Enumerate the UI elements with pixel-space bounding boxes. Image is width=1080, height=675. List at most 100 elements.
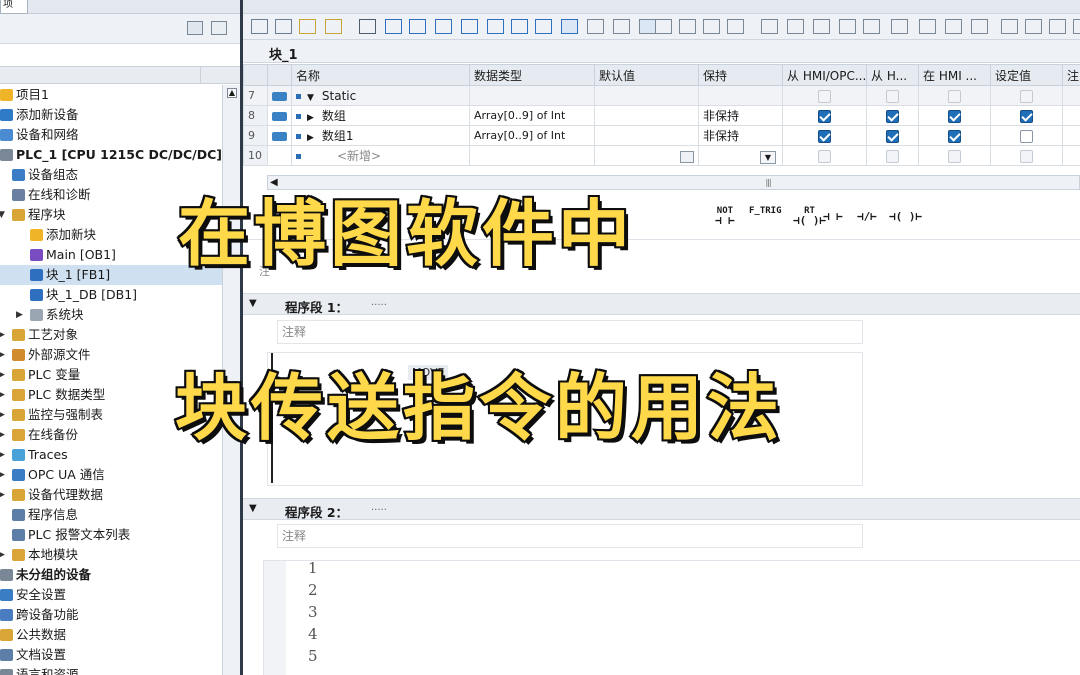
row-datatype[interactable] <box>469 145 595 166</box>
datatype-picker-icon[interactable] <box>680 151 694 163</box>
col-header-hmi-write[interactable]: 从 H... <box>866 64 919 86</box>
expand-down-icon[interactable]: ▼ <box>307 93 314 103</box>
col-header-hmi-access[interactable]: 从 HMI/OPC... <box>782 64 867 86</box>
toolbar-tool-icon[interactable] <box>613 19 630 34</box>
expand-right-icon[interactable]: ▶ <box>307 113 314 123</box>
tree-item[interactable]: 设备和网络 <box>0 125 222 145</box>
toolbar-tool-icon[interactable] <box>299 19 316 34</box>
checkbox[interactable] <box>948 89 961 103</box>
toolbar-tool-icon[interactable] <box>325 19 342 34</box>
toolbar-tool-icon[interactable] <box>587 19 604 34</box>
toolbar-tool-icon[interactable] <box>703 19 720 34</box>
col-header-hmi-visible[interactable]: 在 HMI ... <box>918 64 991 86</box>
tree-view-icon[interactable] <box>187 21 203 35</box>
network-1-header[interactable]: ▼ 程序段 1： ..... <box>243 293 1080 315</box>
collapsed-arrow-icon[interactable]: ▶ <box>0 385 5 405</box>
tree-item[interactable]: 公共数据 <box>0 625 222 645</box>
collapsed-arrow-icon[interactable]: ▶ <box>0 405 5 425</box>
tree-item[interactable]: 文档设置 <box>0 645 222 665</box>
row-name[interactable]: <新增> <box>291 145 470 166</box>
toolbar-tool-icon[interactable] <box>813 19 830 34</box>
row-datatype[interactable]: Array[0..9] of Int <box>469 105 595 126</box>
row-retain[interactable] <box>698 85 783 106</box>
toolbar-tool-icon[interactable] <box>839 19 856 34</box>
tree-item[interactable]: PLC_1 [CPU 1215C DC/DC/DC] <box>0 145 222 165</box>
row-comment[interactable] <box>1062 85 1080 106</box>
scroll-left-icon[interactable]: ◀ <box>270 177 278 188</box>
row-hmi2[interactable] <box>866 125 919 146</box>
collapse-icon[interactable]: ▼ <box>249 298 257 309</box>
toolbar-tool-icon[interactable] <box>761 19 778 34</box>
toolbar-tool-icon[interactable] <box>1001 19 1018 34</box>
palette-instruction[interactable]: ⊣( )⊢ <box>889 211 922 222</box>
toolbar-tool-icon[interactable] <box>727 19 744 34</box>
row-name[interactable]: ▼ Static <box>291 85 470 106</box>
row-setpoint[interactable] <box>990 145 1063 166</box>
checkbox[interactable] <box>1020 149 1033 163</box>
checkbox[interactable] <box>818 109 831 123</box>
toolbar-tool-icon[interactable] <box>1025 19 1042 34</box>
checkbox[interactable] <box>886 109 899 123</box>
row-retain[interactable]: 非保持 <box>698 125 783 146</box>
collapsed-arrow-icon[interactable]: ▶ <box>0 365 5 385</box>
toolbar-tool-icon[interactable] <box>863 19 880 34</box>
toolbar-tool-icon[interactable] <box>385 19 402 34</box>
toolbar-tool-icon[interactable] <box>359 19 376 34</box>
row-datatype[interactable] <box>469 85 595 106</box>
row-hmi3[interactable] <box>918 145 991 166</box>
toolbar-tool-icon[interactable] <box>275 19 292 34</box>
scroll-up-icon[interactable]: ▲ <box>227 88 237 98</box>
row-hmi1[interactable] <box>782 85 867 106</box>
row-default[interactable] <box>594 145 699 166</box>
collapse-icon[interactable]: ▼ <box>249 503 257 514</box>
row-comment[interactable] <box>1062 105 1080 126</box>
collapsed-arrow-icon[interactable]: ▶ <box>0 425 5 445</box>
toolbar-tool-icon[interactable] <box>787 19 804 34</box>
row-default[interactable] <box>594 85 699 106</box>
collapsed-arrow-icon[interactable]: ▶ <box>0 325 5 345</box>
collapsed-arrow-icon[interactable]: ▶ <box>0 485 5 505</box>
expand-right-icon[interactable]: ▶ <box>307 133 314 143</box>
checkbox[interactable] <box>818 149 831 163</box>
interface-row[interactable]: 9 ▶ 数组1 Array[0..9] of Int 非保持 <box>243 125 1080 146</box>
checkbox[interactable] <box>886 129 899 143</box>
row-name[interactable]: ▶ 数组1 <box>291 125 470 146</box>
col-header-retain[interactable]: 保持 <box>698 64 783 86</box>
col-header-setpoint[interactable]: 设定值 <box>990 64 1063 86</box>
tree-item[interactable]: 语言和资源 <box>0 665 222 675</box>
tree-item[interactable]: ▶ OPC UA 通信 <box>0 465 222 485</box>
collapsed-arrow-icon[interactable]: ▶ <box>0 345 5 365</box>
checkbox[interactable] <box>818 89 831 103</box>
toolbar-tool-icon[interactable] <box>639 19 656 34</box>
tree-item[interactable]: ▶ 设备代理数据 <box>0 485 222 505</box>
row-hmi2[interactable] <box>866 105 919 126</box>
project-tab[interactable]: 项 <box>0 0 28 14</box>
tree-item[interactable]: 未分组的设备 <box>0 565 222 585</box>
palette-instruction[interactable]: ⊣/⊢ <box>857 211 877 222</box>
collapsed-arrow-icon[interactable]: ▶ <box>0 465 5 485</box>
tree-item[interactable]: 跨设备功能 <box>0 605 222 625</box>
checkbox[interactable] <box>886 149 899 163</box>
checkbox[interactable] <box>1020 89 1033 103</box>
toolbar-tool-icon[interactable] <box>971 19 988 34</box>
network-1-comment[interactable]: 注释 <box>277 320 863 344</box>
toolbar-tool-icon[interactable] <box>1073 19 1080 34</box>
tree-item[interactable]: 程序信息 <box>0 505 222 525</box>
toolbar-tool-icon[interactable] <box>1049 19 1066 34</box>
collapsed-arrow-icon[interactable]: ▶ <box>0 545 5 565</box>
network-2-comment[interactable]: 注释 <box>277 524 863 548</box>
col-header-datatype[interactable]: 数据类型 <box>469 64 595 86</box>
tree-item[interactable]: 块_1_DB [DB1] <box>0 285 222 305</box>
expanded-arrow-icon[interactable]: ▼ <box>0 205 5 225</box>
tree-item[interactable]: PLC 报警文本列表 <box>0 525 222 545</box>
row-setpoint[interactable] <box>990 125 1063 146</box>
toolbar-tool-icon[interactable] <box>891 19 908 34</box>
checkbox[interactable] <box>1020 109 1033 123</box>
collapsed-arrow-icon[interactable]: ▶ <box>16 305 23 325</box>
toolbar-tool-icon[interactable] <box>511 19 528 34</box>
row-comment[interactable] <box>1062 145 1080 166</box>
tree-save-icon[interactable] <box>211 21 227 35</box>
checkbox[interactable] <box>1020 129 1033 143</box>
row-hmi2[interactable] <box>866 85 919 106</box>
col-header-default[interactable]: 默认值 <box>594 64 699 86</box>
